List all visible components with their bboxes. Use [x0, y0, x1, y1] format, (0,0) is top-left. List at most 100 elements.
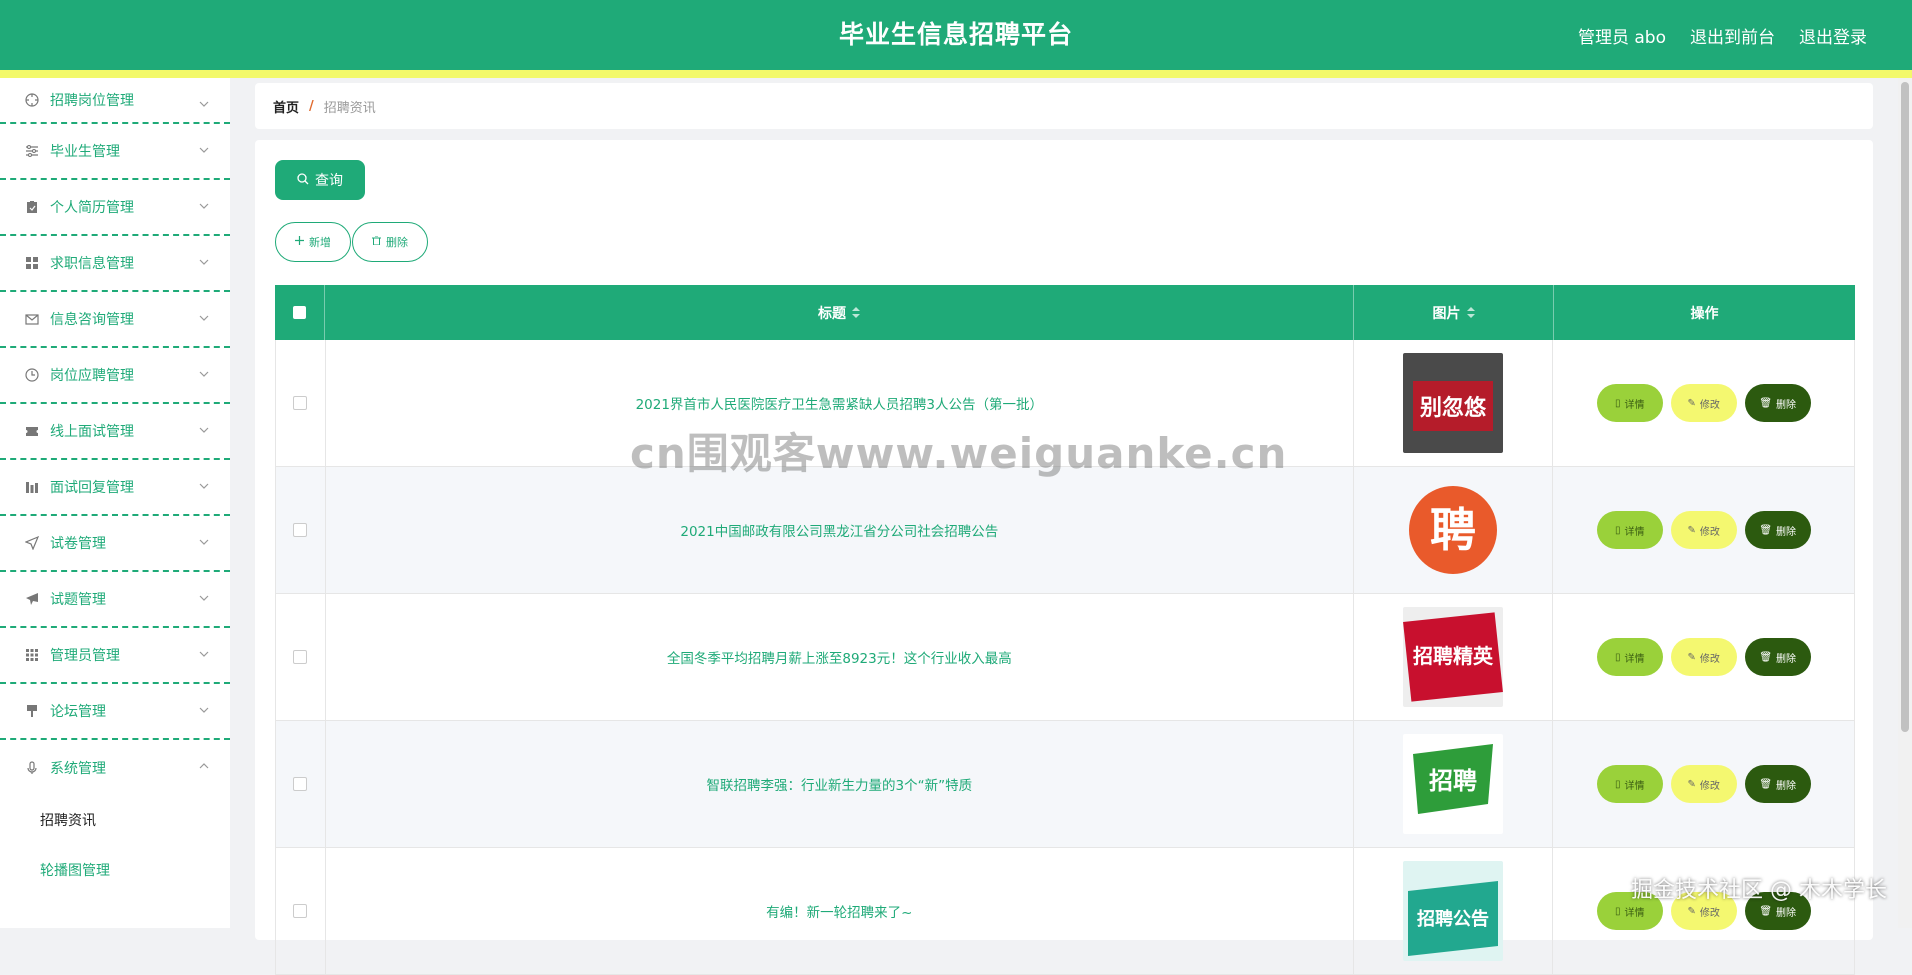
sidebar-item-label: 试卷管理 [50, 536, 106, 552]
navigation-icon [24, 535, 40, 551]
detail-button[interactable]: ▯ 详情 [1596, 511, 1663, 549]
news-thumbnail[interactable]: 招聘精英 [1403, 607, 1504, 707]
grid-icon [24, 255, 40, 271]
current-user-label[interactable]: 管理员 abo [1578, 23, 1666, 48]
row-title[interactable]: 2021界首市人民医院医疗卫生急需紧缺人员招聘3人公告（第一批） [636, 393, 1043, 413]
detail-button[interactable]: ▯ 详情 [1596, 892, 1663, 930]
sidebar-item-label: 毕业生管理 [50, 144, 120, 160]
brush-icon [24, 703, 40, 719]
back-to-front-link[interactable]: 退出到前台 [1690, 23, 1775, 48]
delete-button[interactable]: 🗑 删除 [1744, 638, 1811, 676]
sidebar-item-graduates[interactable]: 毕业生管理 [0, 124, 230, 180]
edit-button[interactable]: ✎ 修改 [1670, 384, 1737, 422]
page-scrollbar[interactable] [1898, 78, 1912, 928]
detail-button[interactable]: ▯ 详情 [1596, 638, 1663, 676]
sidebar-item-admins[interactable]: 管理员管理 [0, 628, 230, 684]
mail-icon [24, 311, 40, 327]
batch-delete-button[interactable]: 删除 [352, 222, 428, 262]
clock-icon [24, 367, 40, 383]
header-ops: 操作 [1554, 285, 1855, 340]
sidebar-item-questions[interactable]: 试题管理 [0, 572, 230, 628]
sidebar-item-resumes[interactable]: 个人简历管理 [0, 180, 230, 236]
thumb-caption: 别忽悠 [1419, 395, 1487, 421]
doc-icon: ▯ [1614, 397, 1621, 409]
sidebar-item-label: 求职信息管理 [50, 256, 134, 272]
search-button[interactable]: 查询 [275, 160, 365, 200]
row-checkbox[interactable] [293, 777, 308, 791]
thumb-caption: 招聘精英 [1413, 644, 1494, 668]
add-button[interactable]: 新增 [275, 222, 351, 262]
thumb-caption: 招聘 [1429, 767, 1477, 795]
table-row: 2021中国邮政有限公司黑龙江省分公司社会招聘公告 聘 ▯ 详情 ✎ 修改 🗑 删除 [275, 467, 1855, 594]
row-title[interactable]: 2021中国邮政有限公司黑龙江省分公司社会招聘公告 [680, 520, 998, 540]
delete-button[interactable]: 🗑 删除 [1744, 892, 1811, 930]
sidebar-item-label: 岗位应聘管理 [50, 368, 134, 384]
sidebar-subitem-recruit-news[interactable]: 招聘资讯 [0, 796, 230, 846]
news-thumbnail[interactable]: 聘 [1403, 480, 1504, 580]
logout-link[interactable]: 退出登录 [1799, 23, 1867, 48]
clipboard-icon [24, 199, 40, 215]
news-thumbnail[interactable]: 别忽悠 [1403, 353, 1504, 453]
sidebar-item-consulting[interactable]: 信息咨询管理 [0, 292, 230, 348]
thumb-caption: 招聘公告 [1417, 908, 1489, 930]
delete-button[interactable]: 🗑 删除 [1744, 384, 1811, 422]
doc-icon: ▯ [1614, 905, 1621, 917]
thumb-caption: 聘 [1430, 503, 1476, 557]
pencil-icon: ✎ [1687, 397, 1696, 409]
scrollbar-thumb[interactable] [1901, 82, 1909, 732]
header-title[interactable]: 标题 [325, 285, 1354, 340]
header-image[interactable]: 图片 [1354, 285, 1554, 340]
sort-icon[interactable] [1466, 306, 1475, 319]
chevron-down-icon [198, 368, 210, 380]
news-thumbnail[interactable]: 招聘公告 [1403, 861, 1504, 961]
row-checkbox[interactable] [293, 904, 308, 918]
select-all-checkbox[interactable] [293, 306, 306, 319]
detail-button[interactable]: ▯ 详情 [1596, 384, 1663, 422]
chevron-down-icon [198, 98, 210, 110]
sidebar-subitem-carousel[interactable]: 轮播图管理 [0, 846, 230, 896]
sidebar-item-interview-reply[interactable]: 面试回复管理 [0, 460, 230, 516]
edit-button[interactable]: ✎ 修改 [1670, 511, 1737, 549]
delete-button[interactable]: 🗑 删除 [1744, 765, 1811, 803]
news-thumbnail[interactable]: 招聘 [1403, 734, 1504, 834]
sidebar-item-job-seeking[interactable]: 求职信息管理 [0, 236, 230, 292]
edit-button[interactable]: ✎ 修改 [1670, 638, 1737, 676]
table-row: 全国冬季平均招聘月薪上涨至8923元！这个行业收入最高 招聘精英 ▯ 详情 ✎ 修改… [275, 594, 1855, 721]
sidebar-item-forum[interactable]: 论坛管理 [0, 684, 230, 740]
breadcrumb-current: 招聘资讯 [323, 100, 376, 116]
row-checkbox[interactable] [293, 523, 308, 537]
send-icon [24, 591, 40, 607]
sidebar-item-label: 试题管理 [50, 592, 106, 608]
sort-icon[interactable] [852, 306, 860, 319]
table-row: 智联招聘李强：行业新生力量的3个“新”特质 招聘 ▯ 详情 ✎ 修改 🗑 删除 [275, 721, 1855, 848]
row-checkbox[interactable] [293, 650, 308, 664]
sidebar-item-label: 系统管理 [50, 761, 106, 777]
chevron-down-icon [198, 704, 210, 716]
row-title[interactable]: 全国冬季平均招聘月薪上涨至8923元！这个行业收入最高 [667, 647, 1012, 667]
trash-icon [372, 235, 381, 248]
row-title[interactable]: 智联招聘李强：行业新生力量的3个“新”特质 [707, 774, 973, 794]
header-select-all[interactable] [275, 285, 325, 340]
row-title[interactable]: 有编！新一轮招聘来了~ [766, 901, 912, 921]
trash-icon: 🗑 [1759, 651, 1773, 663]
pencil-icon: ✎ [1687, 651, 1696, 663]
sidebar-item-label: 管理员管理 [50, 648, 120, 664]
apps-icon [24, 647, 40, 663]
edit-button[interactable]: ✎ 修改 [1670, 765, 1737, 803]
header-stripe [0, 70, 1912, 78]
sidebar-item-exam-papers[interactable]: 试卷管理 [0, 516, 230, 572]
edit-button[interactable]: ✎ 修改 [1670, 892, 1737, 930]
sidebar-item-system[interactable]: 系统管理 [0, 740, 230, 796]
pencil-icon: ✎ [1687, 778, 1696, 790]
row-checkbox[interactable] [293, 396, 308, 410]
sidebar-item-job-positions[interactable]: 招聘岗位管理 [0, 78, 230, 124]
trash-icon: 🗑 [1759, 905, 1773, 917]
sidebar-item-applications[interactable]: 岗位应聘管理 [0, 348, 230, 404]
sidebar-item-label: 面试回复管理 [50, 480, 134, 496]
detail-button[interactable]: ▯ 详情 [1596, 765, 1663, 803]
breadcrumb-home[interactable]: 首页 [273, 97, 299, 116]
batch-delete-label: 删除 [386, 237, 408, 249]
delete-button[interactable]: 🗑 删除 [1744, 511, 1811, 549]
sidebar-item-online-interview[interactable]: 线上面试管理 [0, 404, 230, 460]
add-button-label: 新增 [309, 237, 331, 249]
